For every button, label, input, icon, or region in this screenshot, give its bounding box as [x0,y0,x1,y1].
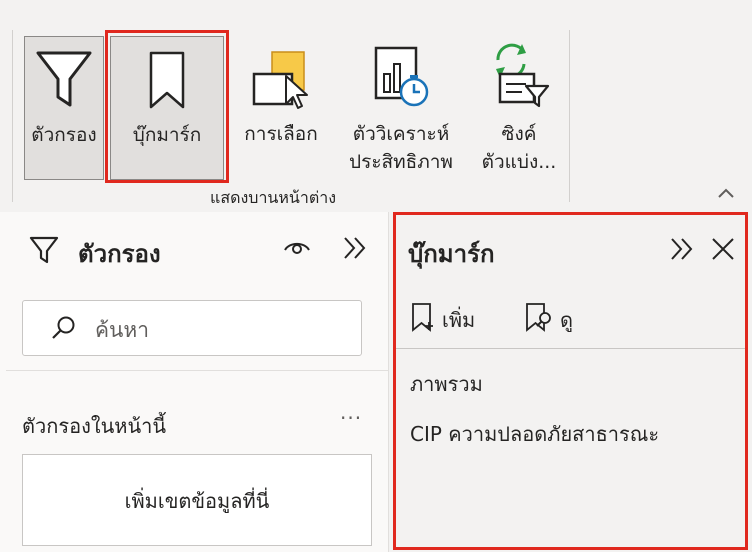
performance-analyzer-label: ตัววิเคราะห์ ประสิทธิภาพ [349,123,453,173]
sync-slicers-button[interactable]: ซิงค์ ตัวแบ่ง... [474,36,564,180]
bookmarks-button-label: บุ๊กมาร์ก [132,124,202,146]
eye-icon[interactable] [283,236,311,260]
selection-pane-button[interactable]: การเลือก [236,36,326,180]
search-placeholder: ค้นหา [95,318,150,342]
bookmark-item[interactable]: CIP ความปลอดภัยสาธารณะ [410,418,659,450]
filters-pane: ตัวกรอง ค้นหา ตัวกรองในหน้านี้ ··· เพิ่ม… [0,212,389,552]
view-bookmark-icon [524,302,554,337]
divider [394,348,746,349]
bookmarks-pane-title: บุ๊กมาร์ก [408,240,495,268]
filters-pane-title: ตัวกรอง [78,240,161,268]
bookmark-item[interactable]: ภาพรวม [410,368,483,400]
filter-icon [34,37,94,111]
selection-button-label: การเลือก [244,123,318,145]
sync-slicers-label: ซิงค์ ตัวแบ่ง... [481,123,557,173]
ribbon-view-tab: ตัวกรอง บุ๊กมาร์ก การเลือก ตัววิเคราะห์ … [0,0,752,210]
filters-button-label: ตัวกรอง [31,124,97,146]
ribbon-separator [569,30,570,202]
close-icon[interactable] [710,236,736,266]
add-bookmark-icon [410,302,436,337]
view-bookmark-label: ดู [560,307,573,332]
expand-icon[interactable] [668,236,696,266]
expand-icon[interactable] [341,234,369,266]
performance-analyzer-icon [370,36,432,110]
search-icon [51,315,77,345]
filters-pane-button[interactable]: ตัวกรอง [24,36,104,180]
filters-search-input[interactable]: ค้นหา [22,300,362,356]
filter-icon [28,234,60,270]
divider [6,370,388,371]
add-bookmark-label: เพิ่ม [442,307,476,332]
bookmark-icon [147,37,187,111]
add-bookmark-button[interactable]: เพิ่ม [410,302,475,337]
chevron-up-icon[interactable] [717,180,735,204]
filters-on-page-heading: ตัวกรองในหน้านี้ [22,414,167,438]
performance-analyzer-button[interactable]: ตัววิเคราะห์ ประสิทธิภาพ [337,36,465,180]
bookmarks-pane-button[interactable]: บุ๊กมาร์ก [110,36,224,180]
view-bookmark-button[interactable]: ดู [524,302,573,337]
selection-icon [250,36,312,110]
more-options-icon[interactable]: ··· [340,406,362,430]
bookmarks-pane: บุ๊กมาร์ก เพิ่ม ดู ภาพรวม CIP ความปลอดภั… [390,212,752,552]
add-data-fields-dropzone[interactable]: เพิ่มเขตข้อมูลที่นี่ [22,454,372,546]
ribbon-separator [12,30,13,202]
dropzone-label: เพิ่มเขตข้อมูลที่นี่ [124,489,270,513]
sync-slicers-icon [486,36,552,110]
ribbon-group-label: แสดงบานหน้าต่าง [210,188,337,207]
